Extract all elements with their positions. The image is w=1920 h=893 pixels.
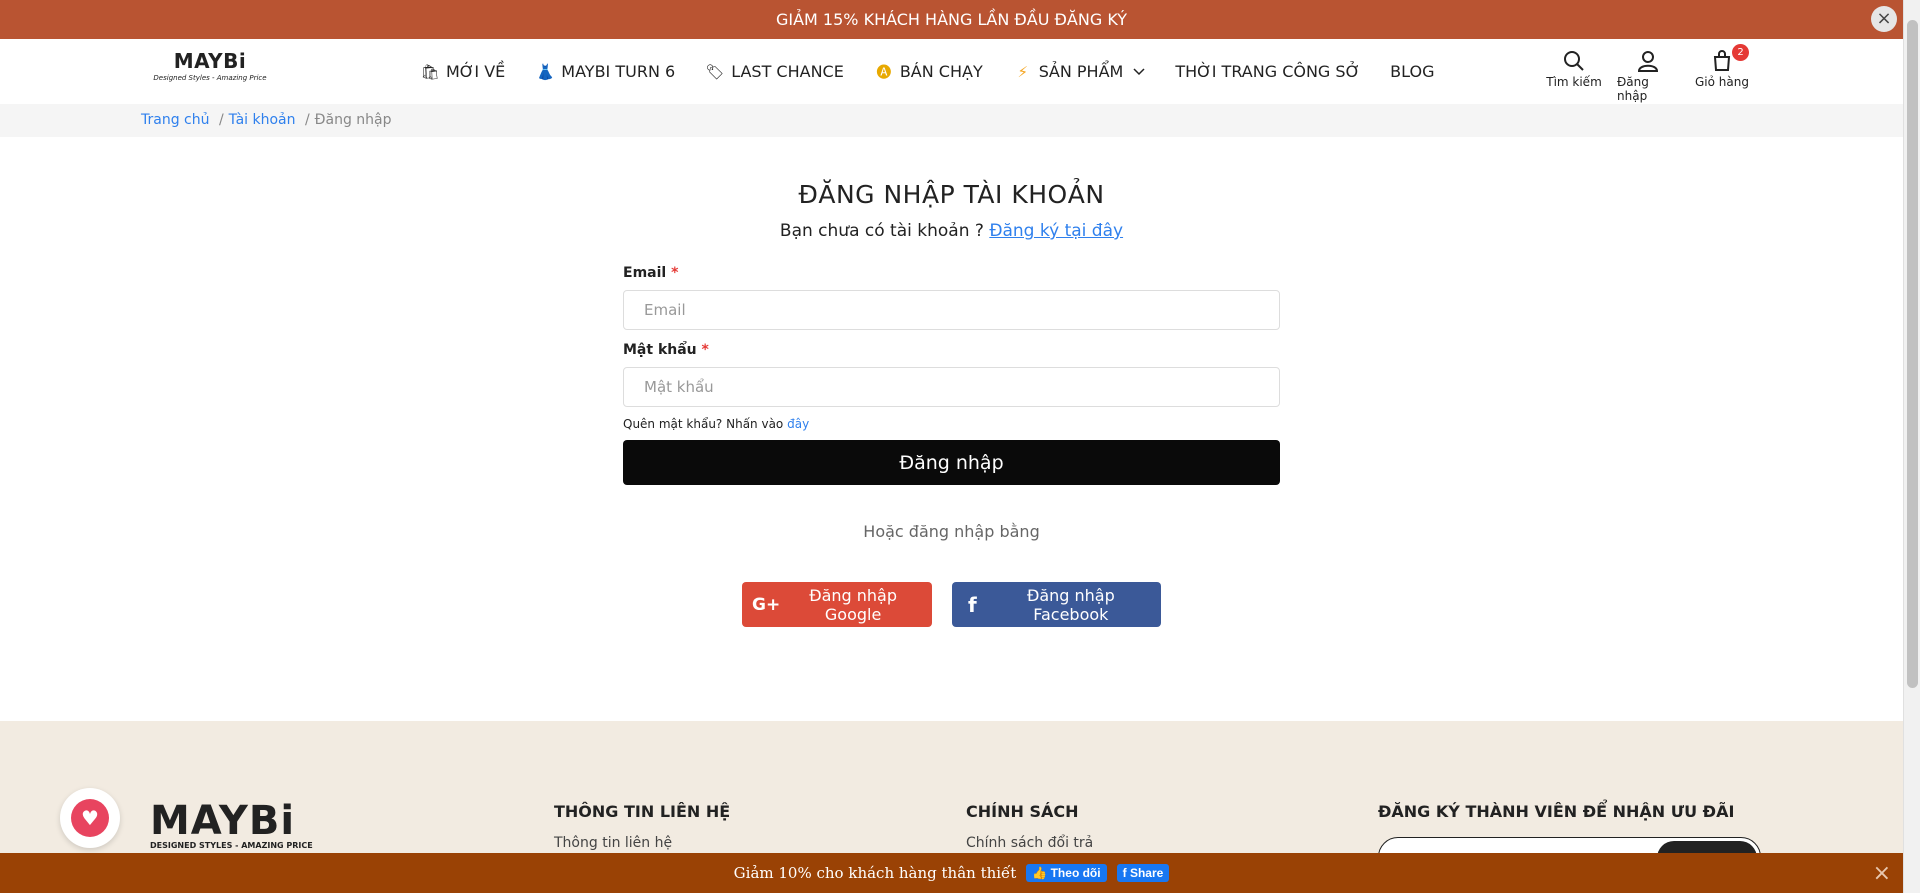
user-icon — [1637, 51, 1659, 72]
breadcrumb-separator: / — [304, 112, 310, 128]
footer-policy-heading: CHÍNH SÁCH — [966, 802, 1079, 821]
google-login-label: Đăng nhập Google — [809, 585, 898, 624]
menu-item-label: SẢN PHẨM — [1038, 62, 1124, 81]
footer-newsletter: ĐĂNG KÝ THÀNH VIÊN ĐỂ NHẬN ƯU ĐÃI — [1378, 802, 1734, 821]
breadcrumb: Trang chủ / Tài khoản / Đăng nhập — [0, 104, 1903, 137]
facebook-login-button[interactable]: f Đăng nhập Facebook — [952, 582, 1161, 627]
facebook-follow-button[interactable]: 👍 Theo dõi — [1026, 864, 1107, 882]
heart-icon: ♥ — [71, 799, 109, 837]
facebook-icon: f — [1122, 866, 1130, 880]
required-mark: * — [701, 342, 709, 358]
register-link[interactable]: Đăng ký tại đây — [989, 221, 1123, 241]
scrollbar-thumb[interactable] — [1907, 20, 1918, 688]
tag-icon: 🏷 — [705, 62, 725, 81]
menu-item-label: MAYBI TURN 6 — [561, 62, 676, 81]
register-prompt: Bạn chưa có tài khoản ? Đăng ký tại đây — [623, 221, 1280, 241]
password-label: Mật khẩu * — [623, 342, 1280, 358]
cart-count-badge: 2 — [1732, 44, 1749, 61]
menu-item-label: MỚI VỀ — [446, 62, 506, 81]
email-field[interactable] — [623, 290, 1280, 330]
footer-newsletter-heading: ĐĂNG KÝ THÀNH VIÊN ĐỂ NHẬN ƯU ĐÃI — [1378, 802, 1735, 821]
breadcrumb-current: Đăng nhập — [314, 112, 392, 128]
menu-item-blog[interactable]: BLOG — [1390, 62, 1434, 81]
loyalty-bar: Giảm 10% cho khách hàng thân thiết 👍 The… — [0, 853, 1903, 893]
menu-item-ban-chay[interactable]: 🅐 BÁN CHẠY — [874, 62, 983, 82]
main-menu: 🛍 MỚI VỀ 👗 MAYBI TURN 6 🏷 LAST CHANCE 🅐 … — [420, 39, 1434, 104]
wishlist-button[interactable]: ♥ — [60, 788, 120, 848]
close-icon[interactable]: × — [1871, 6, 1897, 32]
header-utilities: Tìm kiếm Đăng nhập Giỏ hàng 2 — [1543, 44, 1753, 103]
email-label: Email * — [623, 265, 1280, 281]
cart-button[interactable]: Giỏ hàng 2 — [1691, 44, 1753, 103]
breadcrumb-home[interactable]: Trang chủ — [141, 112, 209, 128]
logo-brand: MAYBi — [173, 49, 247, 73]
required-mark: * — [671, 265, 679, 281]
menu-item-thoi-trang-cong-so[interactable]: THỜI TRANG CÔNG SỞ — [1175, 62, 1360, 81]
facebook-icon: f — [968, 592, 977, 617]
footer-contact-heading: THÔNG TIN LIÊN HỆ — [554, 802, 731, 821]
account-label: Đăng nhập — [1617, 75, 1649, 103]
forgot-password-text: Quên mật khẩu? Nhấn vào — [623, 417, 784, 431]
forgot-password-link[interactable]: đây — [787, 417, 809, 431]
login-form: ĐĂNG NHẬP TÀI KHOẢN Bạn chưa có tài khoả… — [623, 180, 1280, 627]
footer-logo-brand: MAYBi — [150, 798, 296, 844]
menu-item-last-chance[interactable]: 🏷 LAST CHANCE — [705, 62, 844, 82]
social-login-divider: Hoặc đăng nhập bằng — [863, 522, 1040, 541]
loyalty-bar-text: Giảm 10% cho khách hàng thân thiết — [733, 864, 1017, 882]
page-title: ĐĂNG NHẬP TÀI KHOẢN — [798, 180, 1105, 209]
logo-tagline: Designed Styles - Amazing Price — [153, 74, 267, 82]
menu-item-maybi-turn-6[interactable]: 👗 MAYBI TURN 6 — [535, 62, 675, 82]
account-button[interactable]: Đăng nhập — [1617, 49, 1679, 103]
cart-icon — [1713, 50, 1731, 71]
google-login-button[interactable]: G+ Đăng nhập Google — [742, 582, 932, 627]
footer-policy-link[interactable]: Chính sách đổi trả — [966, 835, 1093, 851]
facebook-share-button[interactable]: f Share — [1116, 864, 1170, 882]
google-icon: G+ — [752, 594, 781, 615]
email-label-text: Email — [623, 265, 667, 281]
menu-item-label: THỜI TRANG CÔNG SỞ — [1175, 62, 1361, 81]
search-button[interactable]: Tìm kiếm — [1543, 49, 1605, 103]
menu-item-label: BLOG — [1390, 62, 1435, 81]
facebook-login-label: Đăng nhập Facebook — [1026, 585, 1115, 624]
cart-label: Giỏ hàng — [1695, 75, 1749, 89]
chevron-down-icon — [1133, 67, 1145, 75]
scrollbar[interactable] — [1903, 0, 1920, 893]
menu-item-san-pham[interactable]: ⚡ SẢN PHẨM — [1013, 62, 1146, 82]
login-button[interactable]: Đăng nhập — [623, 440, 1280, 485]
password-field[interactable] — [623, 367, 1280, 407]
promo-banner-text: GIẢM 15% KHÁCH HÀNG LẦN ĐẦU ĐĂNG KÝ — [775, 10, 1128, 29]
forgot-password: Quên mật khẩu? Nhấn vào đây — [623, 417, 1280, 431]
footer-logo-tagline: DESIGNED STYLES - AMAZING PRICE — [150, 841, 313, 850]
footer-contact: THÔNG TIN LIÊN HỆ Thông tin liên hệ — [554, 802, 730, 851]
footer-logo[interactable]: MAYBi DESIGNED STYLES - AMAZING PRICE — [150, 801, 313, 850]
password-label-text: Mật khẩu — [623, 342, 697, 358]
social-login: G+ Đăng nhập Google f Đăng nhập Facebook — [623, 582, 1280, 627]
menu-item-label: BÁN CHẠY — [899, 62, 983, 81]
footer-contact-link[interactable]: Thông tin liên hệ — [554, 835, 730, 851]
breadcrumb-separator: / — [218, 112, 224, 128]
main-header: MAYBi Designed Styles - Amazing Price 🛍 … — [0, 39, 1903, 104]
breadcrumb-account[interactable]: Tài khoản — [229, 112, 296, 128]
facebook-share-label: Share — [1129, 866, 1164, 880]
search-label: Tìm kiếm — [1546, 75, 1602, 89]
dress-icon: 👗 — [535, 62, 555, 81]
menu-item-label: LAST CHANCE — [731, 62, 844, 81]
lightning-icon: ⚡ — [1017, 62, 1028, 81]
promo-banner: GIẢM 15% KHÁCH HÀNG LẦN ĐẦU ĐĂNG KÝ × — [0, 0, 1903, 39]
close-icon[interactable]: × — [1873, 861, 1891, 886]
search-icon — [1564, 51, 1584, 71]
new-arrival-icon: 🛍 — [420, 62, 440, 81]
hot-badge-icon: 🅐 — [876, 62, 892, 81]
logo[interactable]: MAYBi Designed Styles - Amazing Price — [140, 49, 280, 93]
register-prompt-text: Bạn chưa có tài khoản ? — [779, 221, 984, 241]
footer-policy: CHÍNH SÁCH Chính sách đổi trả — [966, 802, 1093, 851]
menu-item-moi-ve[interactable]: 🛍 MỚI VỀ — [420, 62, 505, 82]
